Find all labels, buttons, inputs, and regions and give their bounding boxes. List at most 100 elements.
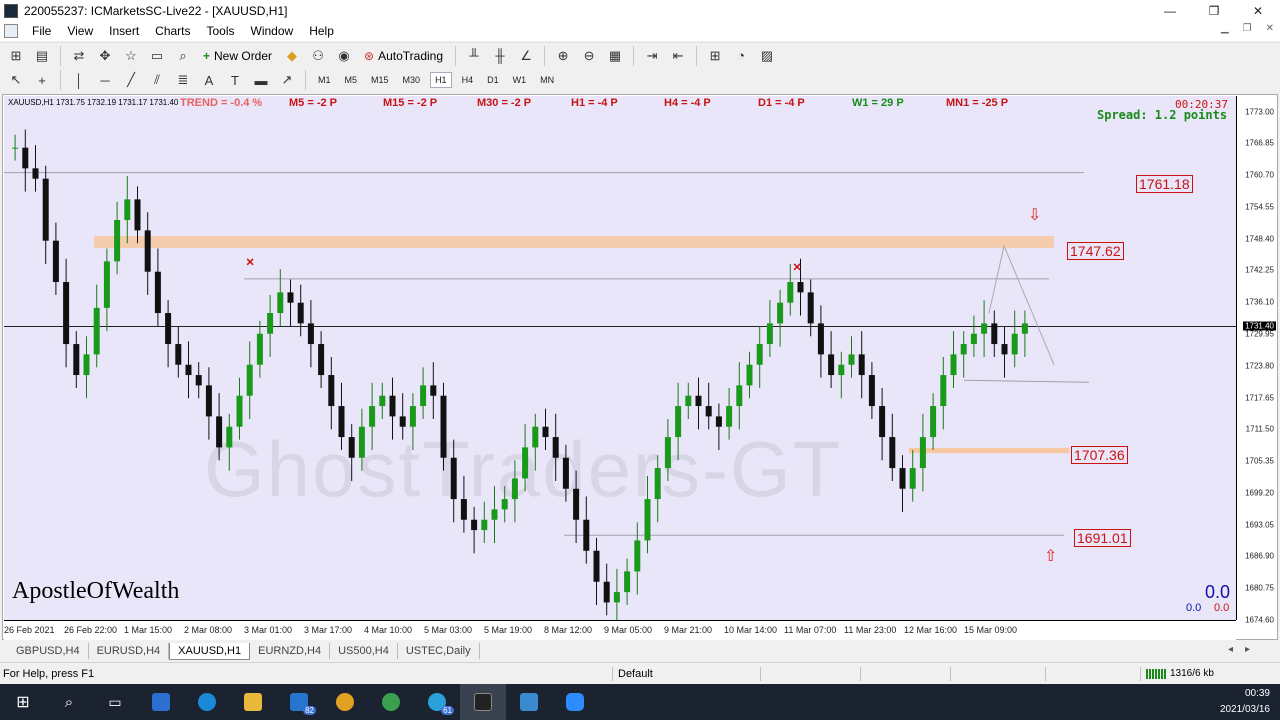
tab-scroll-arrows[interactable]: ◂▸ [1228,644,1262,655]
periods-icon[interactable]: ◔ [731,46,751,66]
text-label-icon[interactable]: T [225,70,245,90]
horizontal-line-icon[interactable]: ─ [95,70,115,90]
trendline-icon[interactable]: ╱ [121,70,141,90]
auto-scroll-icon[interactable]: ⇥ [642,46,662,66]
bar-chart-icon[interactable]: ╨ [464,46,484,66]
tab-us500[interactable]: US500,H4 [330,643,398,659]
candle-body [318,344,325,376]
task-view-icon[interactable]: ▭ [92,684,138,720]
system-clock[interactable]: 00:39 2021/03/16 [1220,686,1270,718]
chrome-profile-icon[interactable] [368,684,414,720]
file-explorer-icon[interactable] [230,684,276,720]
mail-icon[interactable]: 82 [276,684,322,720]
tab-eurusd[interactable]: EURUSD,H4 [89,643,170,659]
metaeditor-icon[interactable]: ◆ [282,46,302,66]
text-icon[interactable]: A [199,70,219,90]
candle-body [379,395,386,407]
photos-icon[interactable] [506,684,552,720]
level-label-1747[interactable]: 1747.62 [1067,242,1124,260]
search-icon[interactable]: ⌕ [46,684,92,720]
time-tick-label: 5 Mar 19:00 [484,625,533,635]
level-label-1691[interactable]: 1691.01 [1074,529,1131,547]
edge-icon[interactable] [184,684,230,720]
level-label-1761[interactable]: 1761.18 [1136,175,1193,193]
new-order-button[interactable]: + New Order [199,45,276,67]
menu-view[interactable]: View [59,24,101,38]
restore-button[interactable]: ❐ [1192,0,1236,21]
candle-body [134,199,141,231]
terminal-icon[interactable]: ▭ [147,46,167,66]
candlestick-icon[interactable]: ╫ [490,46,510,66]
tab-xauusd[interactable]: XAUUSD,H1 [169,642,251,660]
menu-window[interactable]: Window [243,24,302,38]
signals-icon[interactable]: ⚇ [308,46,328,66]
tester-icon[interactable]: ⌕ [173,46,193,66]
period-m30: M30 = -2 P [477,97,532,109]
child-restore-icon[interactable]: ❐ [1243,23,1252,34]
tab-eurnzd[interactable]: EURNZD,H4 [250,643,331,659]
menu-file[interactable]: File [24,24,59,38]
channel-icon[interactable]: ⫽ [147,70,167,90]
timeframe-h4[interactable]: H4 [458,73,478,87]
zoom-icon[interactable] [552,684,598,720]
zoom-in-icon[interactable]: ⊕ [553,46,573,66]
templates-icon[interactable]: ▨ [757,46,777,66]
store-icon[interactable] [138,684,184,720]
chrome-icon[interactable] [322,684,368,720]
telegram-icon[interactable]: 61 [414,684,460,720]
timeframe-m5[interactable]: M5 [341,73,362,87]
time-scale[interactable]: 26 Feb 2021 26 Feb 22:00 1 Mar 15:00 2 Mar … [4,620,1236,640]
chart-shift-icon[interactable]: ⇤ [668,46,688,66]
price-scale[interactable]: 1773.00 1766.85 1760.70 1754.55 1748.40 1742.… [1236,96,1276,625]
level-label-1707[interactable]: 1707.36 [1071,446,1128,464]
timeframe-w1[interactable]: W1 [509,73,531,87]
child-minimize-icon[interactable]: ▁ [1221,23,1229,34]
candle-body [246,364,253,396]
navigator-icon[interactable]: ☆ [121,46,141,66]
menu-help[interactable]: Help [301,24,342,38]
timeframe-m15[interactable]: M15 [367,73,393,87]
rectangle-icon[interactable]: ▬ [251,70,271,90]
child-close-icon[interactable]: ✕ [1266,23,1274,34]
close-button[interactable]: ✕ [1236,0,1280,21]
market-watch-icon[interactable]: ⇄ [69,46,89,66]
market-icon[interactable]: ◉ [334,46,354,66]
profiles-icon[interactable]: ▤ [32,46,52,66]
menu-tools[interactable]: Tools [199,24,243,38]
timeframe-mn[interactable]: MN [536,73,558,87]
minimize-button[interactable]: — [1148,0,1192,21]
crosshair-icon[interactable]: + [32,70,52,90]
vertical-line-icon[interactable]: │ [69,70,89,90]
chart-plot-area[interactable]: GhostTraders-GT × × ⇩ ⇧ [4,96,1236,620]
timeframe-m30[interactable]: M30 [399,73,425,87]
line-chart-icon[interactable]: ∠ [516,46,536,66]
candle-body [970,333,977,345]
timeframe-h1[interactable]: H1 [430,72,452,88]
timeframe-d1[interactable]: D1 [483,73,503,87]
metatrader-taskbar-icon[interactable] [460,684,506,720]
time-tick-label: 12 Mar 16:00 [904,625,958,635]
candle-body [307,323,314,345]
tab-gbpusd[interactable]: GBPUSD,H4 [8,643,89,659]
menu-charts[interactable]: Charts [147,24,198,38]
drawing-toolbar: ↖ + │ ─ ╱ ⫽ ≣ A T ▬ ↗ M1 M5 M15 M30 H1 H… [0,68,1280,92]
timeframe-m1[interactable]: M1 [314,73,335,87]
zoom-out-icon[interactable]: ⊖ [579,46,599,66]
candle-body [1001,344,1008,355]
data-window-icon[interactable]: ✥ [95,46,115,66]
new-chart-icon[interactable]: ⊞ [6,46,26,66]
tile-windows-icon[interactable]: ▦ [605,46,625,66]
fibonacci-icon[interactable]: ≣ [173,70,193,90]
start-icon[interactable]: ⊞ [0,684,46,720]
candle-body [491,509,498,520]
autotrading-button[interactable]: ⊛ AutoTrading [360,45,447,67]
tab-ustec[interactable]: USTEC,Daily [398,643,480,659]
menu-insert[interactable]: Insert [101,24,147,38]
cursor-icon[interactable]: ↖ [6,70,26,90]
indicators-icon[interactable]: ⊞ [705,46,725,66]
clock-date: 2021/03/16 [1219,704,1270,715]
time-tick-label: 4 Mar 10:00 [364,625,413,635]
arrows-icon[interactable]: ↗ [277,70,297,90]
candle-body [777,302,784,324]
connection-status[interactable]: 1316/6 kb [1146,668,1214,679]
